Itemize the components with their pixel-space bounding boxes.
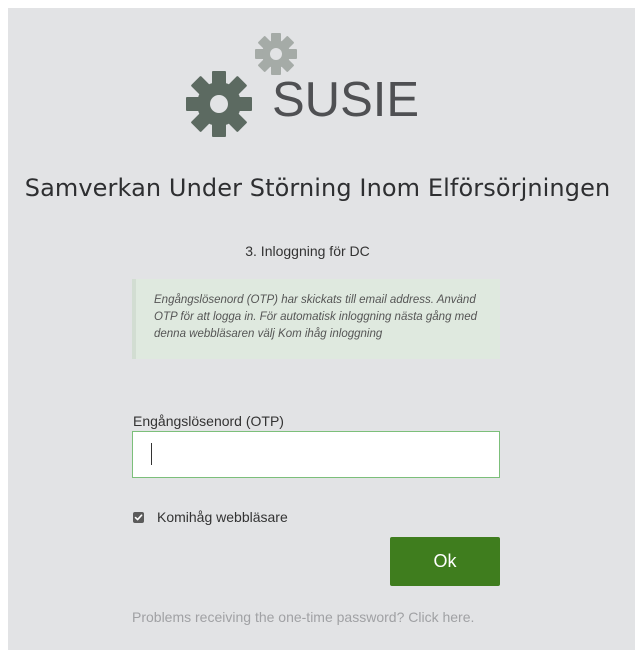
organization-title: Samverkan Under Störning Inom Elförsörjn… xyxy=(24,174,611,202)
susie-logo: SUSIE xyxy=(185,30,435,140)
logo-text: SUSIE xyxy=(272,73,420,127)
step-title: 3. Inloggning för DC xyxy=(245,243,370,259)
remember-browser-label: Komihåg webbläsare xyxy=(157,509,288,525)
otp-input[interactable] xyxy=(132,431,500,478)
info-message-box: Engångslösenord (OTP) har skickats till … xyxy=(132,279,500,359)
remember-browser-checkbox[interactable] xyxy=(133,511,144,523)
otp-field-label: Engångslösenord (OTP) xyxy=(133,413,284,429)
ok-button[interactable]: Ok xyxy=(390,537,500,586)
checkmark-icon xyxy=(134,513,143,520)
info-message-text: Engångslösenord (OTP) har skickats till … xyxy=(154,294,478,340)
otp-problems-link[interactable]: Problems receiving the one-time password… xyxy=(132,607,492,628)
gear-small-icon xyxy=(255,33,297,75)
gear-icon xyxy=(186,71,252,137)
remember-browser-option[interactable]: Komihåg webbläsare xyxy=(133,509,288,525)
text-cursor xyxy=(151,443,152,465)
